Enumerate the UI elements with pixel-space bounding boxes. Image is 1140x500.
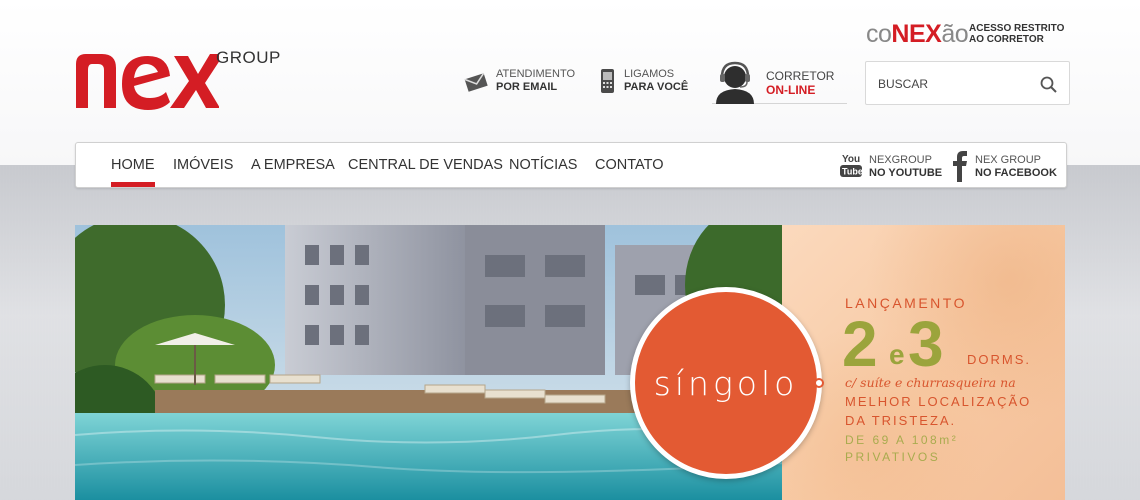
corretor-online-link[interactable]: CORRETOR ON-LINE [712, 60, 847, 104]
nex-logo-icon [76, 54, 219, 110]
facebook-line2: NO FACEBOOK [975, 167, 1057, 179]
nav-item-home[interactable]: HOME [111, 157, 155, 187]
main-navigation: HOME IMÓVEIS A EMPRESA CENTRAL DE VENDAS… [75, 142, 1067, 188]
corretor-line2: ON-LINE [766, 83, 816, 97]
nav-item-a-empresa[interactable]: A EMPRESA [251, 157, 335, 173]
area-line1: DE 69 A 108m² [845, 433, 959, 447]
youtube-icon: You Tube [840, 154, 863, 177]
youtube-link[interactable]: You Tube NEXGROUP NO YOUTUBE [839, 152, 944, 182]
youtube-line2: NO YOUTUBE [869, 167, 943, 179]
logo-group-text: GROUP [216, 48, 281, 67]
envelope-icon [464, 72, 488, 92]
location-line2: DA TRISTEZA. [845, 413, 957, 428]
nav-item-central-de-vendas[interactable]: CENTRAL DE VENDAS [348, 157, 503, 173]
email-contact-link[interactable]: ATENDIMENTO POR EMAIL [464, 68, 584, 104]
facebook-link[interactable]: NEX GROUP NO FACEBOOK [952, 151, 1062, 182]
nav-item-imoveis[interactable]: IMÓVEIS [173, 157, 233, 173]
area-line2: PRIVATIVOS [845, 450, 941, 464]
bedrooms-min: 2 [842, 308, 879, 380]
suite-text: c/ suíte e churrasqueira na [845, 375, 1016, 390]
singolo-logo-badge: síngolo [630, 287, 824, 479]
corretor-line1: CORRETOR [766, 69, 835, 83]
facebook-icon [953, 151, 967, 182]
hero-banner[interactable]: LANÇAMENTO 2 e 3 DORMS. c/ suíte e churr… [75, 225, 1065, 500]
bedrooms-max: 3 [908, 308, 944, 380]
call-me-line1: LIGAMOS [624, 68, 675, 80]
phone-icon [601, 69, 614, 93]
search-icon[interactable] [1039, 75, 1059, 95]
facebook-line1: NEX GROUP [975, 154, 1042, 166]
location-line1: MELHOR LOCALIZAÇÃO [845, 394, 1032, 409]
bedrooms-label: DORMS. [967, 352, 1031, 367]
bedrooms-connector: e [889, 339, 905, 370]
search-box [865, 61, 1070, 105]
email-contact-line1: ATENDIMENTO [496, 68, 576, 80]
singolo-brand-text: síngolo [653, 364, 799, 403]
headset-agent-icon [716, 61, 754, 104]
conexao-restricted-access[interactable]: coNEXão ACESSO RESTRITO AO CORRETOR [866, 20, 1066, 50]
conexao-label: ACESSO RESTRITO AO CORRETOR [969, 23, 1065, 45]
svg-text:Tube: Tube [842, 167, 863, 177]
youtube-line1: NEXGROUP [869, 154, 932, 166]
svg-text:You: You [842, 154, 860, 165]
email-contact-line2: POR EMAIL [496, 81, 558, 93]
singolo-dot [814, 378, 824, 388]
nav-item-contato[interactable]: CONTATO [595, 157, 663, 173]
call-me-line2: PARA VOCÊ [624, 81, 689, 93]
nav-item-noticias[interactable]: NOTÍCIAS [509, 157, 577, 173]
search-input[interactable] [878, 74, 1038, 94]
call-me-link[interactable]: LIGAMOS PARA VOCÊ [600, 68, 700, 104]
promo-panel: LANÇAMENTO 2 e 3 DORMS. c/ suíte e churr… [782, 225, 1065, 500]
nex-group-logo[interactable]: GROUP [74, 44, 284, 110]
conexao-logo: coNEXão [866, 20, 969, 48]
